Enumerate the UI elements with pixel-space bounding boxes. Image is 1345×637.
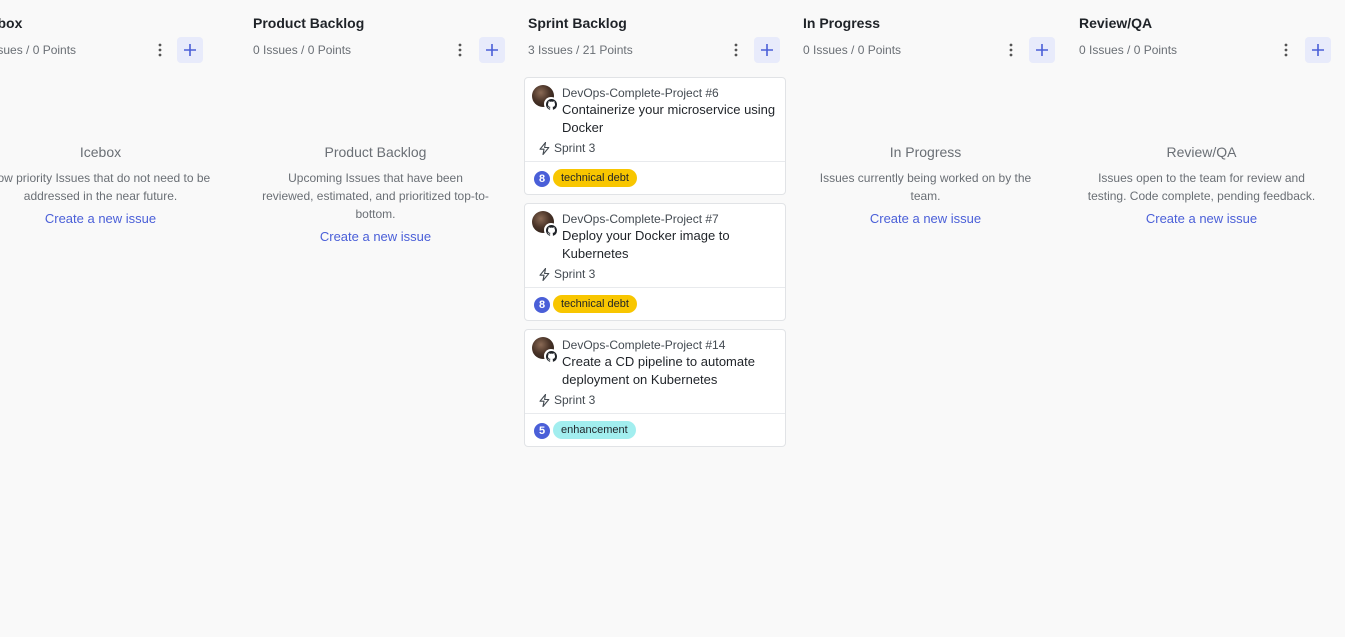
column-title: Icebox (0, 15, 23, 31)
sprint-label: Sprint 3 (554, 267, 596, 281)
empty-state-description: Issues currently being worked on by the … (819, 171, 1032, 203)
column-title: Review/QA (1079, 15, 1153, 31)
empty-state-title: In Progress (889, 144, 962, 160)
issue-repo: DevOps-Complete-Project #7 (562, 212, 719, 226)
column-product-backlog: Product Backlog 0 Issues / 0 Points Prod… (253, 0, 517, 637)
issue-label[interactable]: technical debt (553, 295, 637, 313)
lightning-bolt-icon (539, 267, 550, 281)
plus-icon (184, 44, 196, 56)
github-icon (544, 223, 558, 237)
empty-state-description: Issues open to the team for review and t… (1087, 171, 1316, 203)
empty-state-title: Icebox (79, 144, 122, 160)
card-divider (525, 413, 785, 414)
column-title: Product Backlog (253, 15, 365, 31)
issue-label[interactable]: enhancement (553, 421, 636, 439)
plus-icon (486, 44, 498, 56)
sprint-tag: Sprint 3 (539, 141, 595, 155)
plus-icon (1312, 44, 1324, 56)
sprint-tag: Sprint 3 (539, 267, 595, 281)
issue-label[interactable]: technical debt (553, 169, 637, 187)
kebab-menu-icon[interactable] (1005, 41, 1017, 59)
column-summary: 0 Issues / 0 Points (0, 43, 77, 57)
column-icebox: Icebox 0 Issues / 0 Points Icebox Low pr… (0, 0, 242, 637)
create-issue-link[interactable]: Create a new issue (1146, 211, 1257, 226)
create-issue-link[interactable]: Create a new issue (870, 211, 981, 226)
issue-card[interactable]: DevOps-Complete-Project #6 Containerize … (524, 77, 786, 195)
issue-card[interactable]: DevOps-Complete-Project #14 Create a CD … (524, 329, 786, 447)
column-summary: 0 Issues / 0 Points (1079, 43, 1178, 57)
column-review-qa: Review/QA 0 Issues / 0 Points Review/QA … (1079, 0, 1343, 637)
card-divider (525, 287, 785, 288)
issue-title[interactable]: Containerize your microservice using Doc… (562, 101, 776, 137)
create-issue-link[interactable]: Create a new issue (45, 211, 156, 226)
add-issue-button[interactable] (177, 37, 203, 63)
kebab-menu-icon[interactable] (730, 41, 742, 59)
lightning-bolt-icon (539, 141, 550, 155)
card-divider (525, 161, 785, 162)
plus-icon (1036, 44, 1048, 56)
kebab-menu-icon[interactable] (454, 41, 466, 59)
issue-card[interactable]: DevOps-Complete-Project #7 Deploy your D… (524, 203, 786, 321)
issue-repo: DevOps-Complete-Project #6 (562, 86, 719, 100)
empty-state-description: Low priority Issues that do not need to … (0, 171, 211, 203)
github-icon (544, 349, 558, 363)
add-issue-button[interactable] (754, 37, 780, 63)
sprint-tag: Sprint 3 (539, 393, 595, 407)
github-icon (544, 97, 558, 111)
sprint-label: Sprint 3 (554, 141, 596, 155)
kebab-menu-icon[interactable] (154, 41, 166, 59)
empty-state-title: Product Backlog (324, 144, 427, 160)
add-issue-button[interactable] (1305, 37, 1331, 63)
empty-state: Icebox Low priority Issues that do not n… (0, 144, 223, 228)
points-badge: 5 (534, 423, 550, 439)
plus-icon (761, 44, 773, 56)
points-badge: 8 (534, 297, 550, 313)
issue-repo: DevOps-Complete-Project #14 (562, 338, 726, 352)
add-issue-button[interactable] (479, 37, 505, 63)
lightning-bolt-icon (539, 393, 550, 407)
column-title: In Progress (803, 15, 881, 31)
column-summary: 0 Issues / 0 Points (253, 43, 352, 57)
create-issue-link[interactable]: Create a new issue (320, 229, 431, 244)
column-in-progress: In Progress 0 Issues / 0 Points In Progr… (803, 0, 1067, 637)
column-sprint-backlog: Sprint Backlog 3 Issues / 21 Points DevO… (524, 0, 792, 637)
kebab-menu-icon[interactable] (1280, 41, 1292, 59)
column-summary: 3 Issues / 21 Points (528, 43, 633, 57)
add-issue-button[interactable] (1029, 37, 1055, 63)
empty-state-description: Upcoming Issues that have been reviewed,… (262, 171, 489, 221)
empty-state-title: Review/QA (1166, 144, 1237, 160)
empty-state: Review/QA Issues open to the team for re… (1079, 144, 1324, 228)
empty-state: Product Backlog Upcoming Issues that hav… (253, 144, 498, 246)
empty-state: In Progress Issues currently being worke… (803, 144, 1048, 228)
issue-title[interactable]: Create a CD pipeline to automate deploym… (562, 353, 776, 389)
issue-title[interactable]: Deploy your Docker image to Kubernetes (562, 227, 776, 263)
column-title: Sprint Backlog (528, 15, 627, 31)
board: Icebox 0 Issues / 0 Points Icebox Low pr… (0, 0, 1345, 637)
points-badge: 8 (534, 171, 550, 187)
sprint-label: Sprint 3 (554, 393, 596, 407)
column-summary: 0 Issues / 0 Points (803, 43, 902, 57)
